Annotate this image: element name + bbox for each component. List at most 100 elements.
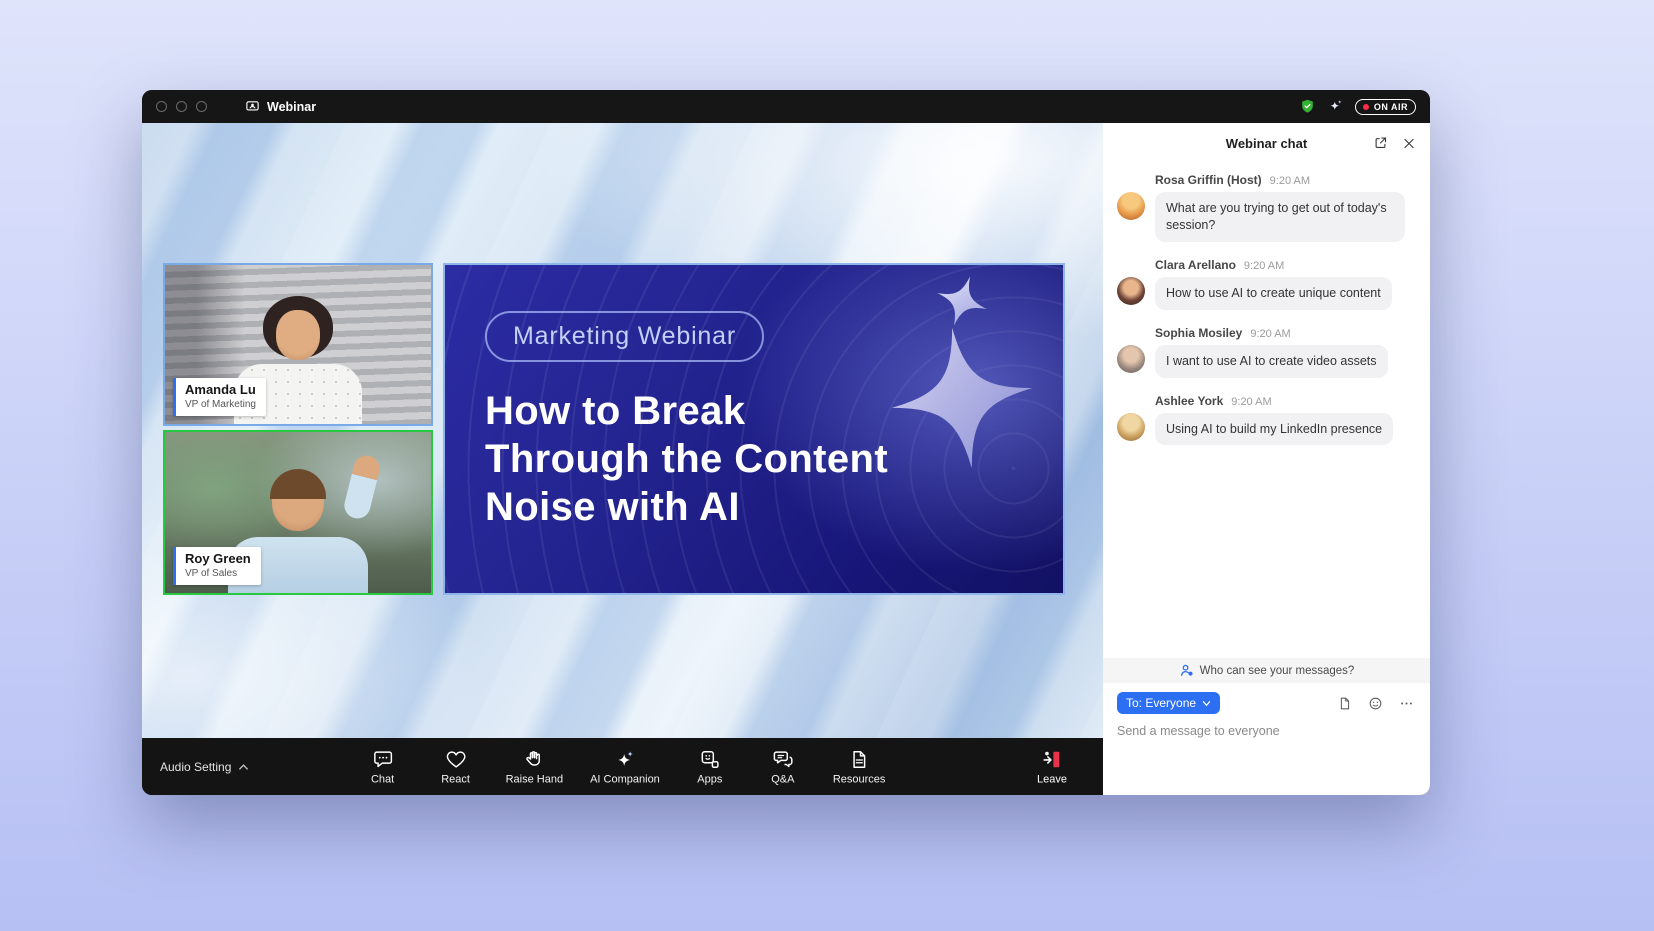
message-author: Sophia Mosiley: [1155, 326, 1242, 340]
attach-file-button[interactable]: [1335, 694, 1354, 713]
chat-message: Ashlee York 9:20 AM Using AI to build my…: [1117, 394, 1416, 446]
message-bubble: Using AI to build my LinkedIn presence: [1155, 413, 1393, 446]
chat-message: Clara Arellano 9:20 AM How to use AI to …: [1117, 258, 1416, 310]
meeting-toolbar: Audio Setting Chat React: [142, 738, 1103, 795]
participant-role: VP of Sales: [185, 567, 251, 580]
ai-companion-button[interactable]: AI Companion: [590, 748, 660, 785]
privacy-note-button[interactable]: Who can see your messages?: [1103, 658, 1430, 683]
video-tile-amanda[interactable]: Amanda Lu VP of Marketing: [163, 263, 433, 426]
titlebar-right: ON AIR: [1299, 98, 1416, 115]
qa-icon: [772, 748, 794, 770]
maximize-window-button[interactable]: [196, 101, 207, 112]
nametag-amanda: Amanda Lu VP of Marketing: [173, 378, 266, 416]
avatar: [1117, 192, 1145, 220]
nametag-roy: Roy Green VP of Sales: [173, 547, 261, 585]
participant-role: VP of Marketing: [185, 398, 256, 411]
toolbar-label: Chat: [371, 773, 394, 785]
emoji-button[interactable]: [1366, 694, 1385, 713]
shared-slide: Marketing Webinar How to Break Through t…: [443, 263, 1065, 595]
file-icon: [1337, 696, 1352, 711]
audio-setting-label: Audio Setting: [160, 760, 231, 774]
leave-icon: [1041, 748, 1063, 770]
roy-hair: [270, 469, 326, 499]
raise-hand-icon: [523, 748, 545, 770]
slide-badge: Marketing Webinar: [485, 311, 764, 362]
message-time: 9:20 AM: [1270, 175, 1310, 187]
chat-title: Webinar chat: [1226, 136, 1307, 151]
participant-name: Amanda Lu: [185, 382, 256, 398]
to-everyone-selector[interactable]: To: Everyone: [1117, 692, 1220, 714]
chat-message-list: Rosa Griffin (Host) 9:20 AM What are you…: [1103, 163, 1430, 658]
on-air-badge: ON AIR: [1355, 99, 1416, 115]
audio-setting-button[interactable]: Audio Setting: [160, 760, 249, 774]
avatar: [1117, 345, 1145, 373]
ai-companion-status-icon[interactable]: [1327, 98, 1344, 115]
toolbar-label: Q&A: [771, 773, 794, 785]
resources-button[interactable]: Resources: [833, 748, 886, 785]
avatar: [1117, 277, 1145, 305]
message-meta: Sophia Mosiley 9:20 AM: [1155, 326, 1416, 340]
slide-title: How to Break Through the Content Noise w…: [485, 387, 888, 531]
composer-row: To: Everyone: [1117, 692, 1416, 714]
sparkle-decoration-large: [882, 318, 1042, 478]
toolbar-label: AI Companion: [590, 773, 660, 785]
apps-button[interactable]: Apps: [687, 748, 733, 785]
heart-icon: [445, 748, 467, 770]
close-icon: [1402, 136, 1416, 150]
message-bubble: How to use AI to create unique content: [1155, 277, 1392, 310]
toolbar-label: Raise Hand: [506, 773, 563, 785]
toolbar-label: Resources: [833, 773, 886, 785]
close-window-button[interactable]: [156, 101, 167, 112]
titlebar: Webinar ON AIR: [142, 90, 1430, 123]
raise-hand-button[interactable]: Raise Hand: [506, 748, 563, 785]
ellipsis-icon: [1399, 696, 1414, 711]
webinar-window: Webinar ON AIR: [142, 90, 1430, 795]
chat-button[interactable]: Chat: [360, 748, 406, 785]
message-time: 9:20 AM: [1231, 396, 1271, 408]
close-chat-button[interactable]: [1400, 134, 1418, 153]
message-author: Clara Arellano: [1155, 258, 1236, 272]
window-title: Webinar: [245, 99, 316, 114]
emoji-icon: [1368, 696, 1383, 711]
chat-panel: Webinar chat Rosa Griffin (Hos: [1103, 123, 1430, 795]
to-everyone-label: To: Everyone: [1126, 696, 1196, 710]
toolbar-label: Apps: [697, 773, 722, 785]
message-time: 9:20 AM: [1244, 260, 1284, 272]
more-options-button[interactable]: [1397, 694, 1416, 713]
avatar: [1117, 413, 1145, 441]
message-meta: Ashlee York 9:20 AM: [1155, 394, 1416, 408]
message-bubble: I want to use AI to create video assets: [1155, 345, 1388, 378]
message-input[interactable]: Send a message to everyone: [1117, 724, 1416, 738]
message-author: Ashlee York: [1155, 394, 1223, 408]
on-air-dot: [1363, 104, 1369, 110]
message-meta: Rosa Griffin (Host) 9:20 AM: [1155, 173, 1416, 187]
message-author: Rosa Griffin (Host): [1155, 173, 1262, 187]
message-time: 9:20 AM: [1250, 328, 1290, 340]
chat-header: Webinar chat: [1103, 123, 1430, 163]
chevron-down-icon: [1202, 700, 1211, 707]
people-privacy-icon: [1179, 663, 1194, 678]
video-stage: Amanda Lu VP of Marketing Roy Green VP o…: [142, 123, 1103, 738]
apps-icon: [699, 748, 721, 770]
webinar-icon: [245, 99, 260, 114]
on-air-label: ON AIR: [1374, 102, 1408, 112]
sparkle-icon: [614, 748, 636, 770]
participant-name: Roy Green: [185, 551, 251, 567]
leave-button[interactable]: Leave: [1037, 748, 1067, 785]
chat-header-icons: [1371, 134, 1418, 153]
pop-out-icon: [1373, 136, 1388, 151]
resources-icon: [848, 748, 870, 770]
chevron-up-icon: [238, 763, 249, 771]
video-tile-roy[interactable]: Roy Green VP of Sales: [163, 430, 433, 595]
message-bubble: What are you trying to get out of today'…: [1155, 192, 1405, 242]
chat-composer: To: Everyone: [1103, 683, 1430, 795]
minimize-window-button[interactable]: [176, 101, 187, 112]
qa-button[interactable]: Q&A: [760, 748, 806, 785]
security-shield-icon[interactable]: [1299, 98, 1316, 115]
toolbar-center-group: Chat React Raise Hand: [360, 748, 886, 785]
window-controls: [156, 101, 207, 112]
window-title-text: Webinar: [267, 100, 316, 114]
chat-message: Rosa Griffin (Host) 9:20 AM What are you…: [1117, 173, 1416, 242]
pop-out-chat-button[interactable]: [1371, 134, 1390, 153]
react-button[interactable]: React: [433, 748, 479, 785]
